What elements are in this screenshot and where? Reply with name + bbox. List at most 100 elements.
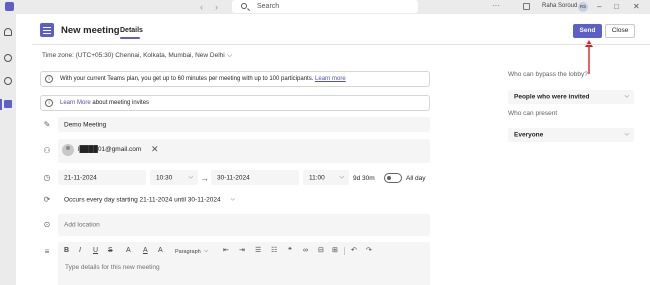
timezone-label[interactable]: Time zone: (UTC+05:30) Chennai, Kolkata,… (42, 52, 225, 59)
meeting-calendar-icon (40, 23, 54, 37)
recurrence-select[interactable]: Occurs every day starting 21-11-2024 unt… (58, 192, 240, 207)
tab-details[interactable]: Details (120, 27, 143, 34)
bypass-lobby-value: People who were invited (514, 93, 590, 101)
bold-icon[interactable]: B (64, 246, 69, 256)
location-input[interactable]: Add location (58, 214, 430, 236)
back-arrow-icon[interactable]: ‹ (200, 1, 203, 13)
chevron-down-icon: ⌵ (624, 93, 629, 100)
location-placeholder: Add location (64, 221, 100, 229)
org-icon[interactable] (523, 3, 530, 10)
page-title: New meeting (61, 25, 120, 36)
plan-info-text: With your current Teams plan, you get up… (60, 76, 346, 82)
numbered-list-icon[interactable]: ☷ (271, 246, 277, 256)
invite-info-text: Learn More about meeting invites (60, 100, 149, 106)
chat-icon[interactable] (4, 77, 12, 85)
annotation-arrow-icon (585, 40, 593, 74)
bypass-lobby-select[interactable]: People who were invited ⌵ (508, 90, 634, 104)
all-day-label: All day (406, 175, 426, 182)
send-button[interactable]: Send (573, 24, 602, 38)
chevron-down-icon: ⌵ (230, 196, 235, 202)
more-options-icon[interactable]: ··· (492, 1, 500, 10)
arrow-right-icon: → (200, 173, 209, 183)
maximize-icon[interactable]: □ (614, 2, 619, 11)
end-date-value: 30-11-2024 (217, 174, 250, 181)
who-can-present-value: Everyone (514, 131, 544, 139)
timezone-chevron-icon[interactable]: ⌵ (227, 52, 232, 60)
start-time-select[interactable]: 10:30 ⌵ (150, 170, 198, 185)
chevron-down-icon: ⌵ (188, 174, 193, 180)
highlight-icon[interactable]: A (158, 246, 163, 256)
info-icon: i (45, 99, 53, 107)
quote-icon[interactable]: ❝ (288, 246, 292, 256)
attendee-avatar (62, 144, 74, 156)
code-snippet-icon[interactable]: ⊟ (318, 246, 324, 256)
invite-learn-more-link[interactable]: Learn More (60, 100, 91, 106)
attendee-email: l████01@gmail.com (78, 146, 142, 153)
redo-icon[interactable]: ↷ (366, 246, 372, 256)
font-color-icon[interactable]: A (143, 246, 148, 256)
teams-logo-icon (5, 2, 14, 11)
active-indicator (0, 99, 2, 110)
pencil-icon: ✎ (43, 120, 51, 129)
end-date-picker[interactable]: 30-11-2024 (211, 170, 299, 185)
plan-learn-more-link[interactable]: Learn more (315, 76, 346, 82)
bulleted-list-icon[interactable]: ☰ (255, 246, 261, 256)
outdent-icon[interactable]: ⇤ (223, 246, 229, 256)
paragraph-select[interactable]: Paragraph (175, 247, 201, 257)
details-placeholder: Type details for this new meeting (65, 264, 160, 271)
invite-info-message: about meeting invites (90, 100, 150, 106)
close-button[interactable]: Close (605, 24, 635, 38)
remove-attendee-icon[interactable]: ✕ (151, 144, 159, 155)
activity-bell-icon[interactable] (4, 28, 12, 36)
header-divider (32, 44, 650, 45)
title-input[interactable]: Demo Meeting (58, 117, 430, 132)
title-bar: ‹ › Search ··· Raha Soroud RS – □ ✕ (0, 0, 650, 14)
app-rail (0, 14, 16, 285)
bypass-lobby-label: Who can bypass the lobby? (508, 71, 588, 78)
search-input[interactable]: Search (232, 0, 418, 13)
window-close-icon[interactable]: ✕ (633, 2, 640, 11)
minimize-icon[interactable]: – (597, 2, 601, 11)
plan-info-banner: i With your current Teams plan, you get … (40, 71, 430, 87)
search-icon (241, 3, 247, 9)
all-day-toggle[interactable] (384, 173, 402, 183)
info-icon: i (45, 75, 53, 83)
chevron-down-icon: ⌵ (624, 131, 629, 138)
start-date-value: 21-11-2024 (64, 174, 97, 181)
underline-icon[interactable]: U (93, 246, 98, 256)
search-placeholder: Search (257, 3, 280, 10)
undo-icon[interactable]: ↶ (351, 246, 357, 256)
add-people-icon: ⚇ (43, 146, 51, 155)
table-icon[interactable]: ⊞ (332, 246, 338, 256)
toolbar-divider (344, 247, 345, 255)
who-can-present-label: Who can present (508, 110, 558, 117)
end-time-value: 11:00 (309, 174, 325, 181)
font-size-icon[interactable]: A (126, 246, 131, 256)
title-value: Demo Meeting (64, 121, 107, 128)
start-time-value: 10:30 (156, 174, 173, 181)
start-date-picker[interactable]: 21-11-2024 (58, 170, 146, 185)
details-lines-icon: ≡ (44, 247, 50, 256)
plan-info-message: With your current Teams plan, you get up… (60, 76, 316, 82)
invite-info-banner: i Learn More about meeting invites (40, 95, 430, 111)
clock-icon: ◷ (43, 173, 51, 182)
avatar[interactable]: RS (578, 2, 588, 12)
italic-icon[interactable]: I (79, 246, 81, 256)
teams-people-icon[interactable] (4, 54, 12, 62)
forward-arrow-icon[interactable]: › (215, 1, 218, 13)
duration-label: 9d 30m (353, 175, 375, 182)
location-icon: ⊙ (43, 220, 51, 229)
who-can-present-select[interactable]: Everyone ⌵ (508, 128, 634, 142)
recurrence-icon: ⟳ (43, 195, 51, 204)
calendar-icon[interactable] (4, 100, 12, 108)
chevron-down-icon: ⌵ (339, 174, 344, 180)
recurrence-value: Occurs every day starting 21-11-2024 unt… (64, 196, 221, 203)
strikethrough-icon[interactable]: S (108, 246, 113, 256)
end-time-select[interactable]: 11:00 ⌵ (303, 170, 349, 185)
paragraph-chevron-icon[interactable]: ⌵ (204, 246, 208, 256)
user-name: Raha Soroud (542, 3, 578, 9)
tab-details-underline (120, 37, 140, 39)
details-editor[interactable]: B I U S A A A Paragraph ⌵ ⇤ ⇥ ☰ ☷ ❝ ∞ ⊟ … (58, 242, 430, 285)
indent-icon[interactable]: ⇥ (239, 246, 245, 256)
link-icon[interactable]: ∞ (303, 246, 308, 256)
